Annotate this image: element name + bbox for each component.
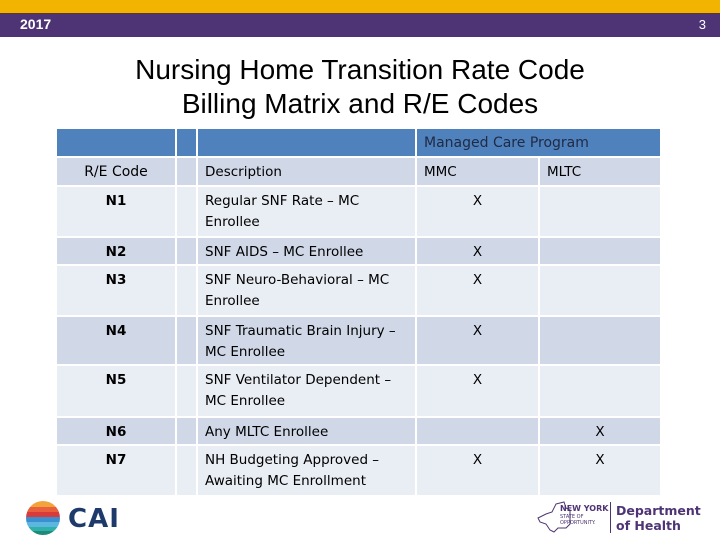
re-code-cell: N7 [57, 446, 175, 495]
year-label: 2017 [20, 16, 52, 32]
spacer-cell [177, 366, 196, 416]
mltc-cell [540, 317, 660, 364]
table-row: N1 Regular SNF Rate – MC Enrollee X [57, 187, 660, 236]
description-cell: SNF Ventilator Dependent – MC Enrollee [198, 366, 415, 416]
mltc-cell [540, 187, 660, 236]
mltc-cell [540, 238, 660, 264]
column-header-re-code: R/E Code [57, 158, 175, 185]
department-of-health-logo: Department of Health [616, 503, 701, 533]
re-code-cell: N4 [57, 317, 175, 364]
re-code-cell: N5 [57, 366, 175, 416]
table-row: N4 SNF Traumatic Brain Injury – MC Enrol… [57, 317, 660, 364]
mmc-cell [417, 418, 538, 444]
spacer-cell [177, 446, 196, 495]
description-cell: SNF Traumatic Brain Injury – MC Enrollee [198, 317, 415, 364]
mmc-cell: X [417, 238, 538, 264]
spacer-cell [177, 187, 196, 236]
mmc-cell: X [417, 317, 538, 364]
mltc-cell [540, 366, 660, 416]
header-bar [0, 13, 720, 37]
description-cell: NH Budgeting Approved – Awaiting MC Enro… [198, 446, 415, 495]
mltc-cell: X [540, 418, 660, 444]
spacer-cell [177, 317, 196, 364]
cai-logo-icon [26, 501, 60, 535]
table-row: N2 SNF AIDS – MC Enrollee X [57, 238, 660, 264]
table-row: N7 NH Budgeting Approved – Awaiting MC E… [57, 446, 660, 495]
mmc-cell: X [417, 366, 538, 416]
spacer-cell [177, 238, 196, 264]
doh-line-1: Department [616, 503, 701, 518]
re-code-cell: N6 [57, 418, 175, 444]
column-header-mltc: MLTC [540, 158, 660, 185]
mltc-cell [540, 266, 660, 315]
doh-line-2: of Health [616, 518, 681, 533]
cai-logo-text: CAI [68, 504, 120, 534]
spacer-cell [177, 266, 196, 315]
description-cell: SNF Neuro-Behavioral – MC Enrollee [198, 266, 415, 315]
managed-care-program-header: Managed Care Program [417, 129, 660, 156]
mltc-cell: X [540, 446, 660, 495]
nys-label: NEW YORK [560, 504, 609, 513]
table-group-header-row: Managed Care Program [57, 129, 660, 156]
slide-title: Nursing Home Transition Rate Code Billin… [0, 53, 720, 121]
table-row: N6 Any MLTC Enrollee X [57, 418, 660, 444]
mmc-cell: X [417, 266, 538, 315]
re-code-cell: N3 [57, 266, 175, 315]
column-header-mmc: MMC [417, 158, 538, 185]
description-cell: SNF AIDS – MC Enrollee [198, 238, 415, 264]
top-accent-bar [0, 0, 720, 13]
table-row: N5 SNF Ventilator Dependent – MC Enrolle… [57, 366, 660, 416]
nys-tagline-2: OPPORTUNITY. [560, 520, 596, 526]
column-header-description: Description [198, 158, 415, 185]
header-spacer-cell [177, 129, 196, 156]
re-code-cell: N2 [57, 238, 175, 264]
description-cell: Any MLTC Enrollee [198, 418, 415, 444]
spacer-cell [177, 418, 196, 444]
description-cell: Regular SNF Rate – MC Enrollee [198, 187, 415, 236]
page-number: 3 [698, 17, 706, 32]
header-blank-cell [198, 129, 415, 156]
logo-divider [610, 502, 611, 533]
table-row: N3 SNF Neuro-Behavioral – MC Enrollee X [57, 266, 660, 315]
re-code-cell: N1 [57, 187, 175, 236]
table-column-header-row: R/E Code Description MMC MLTC [57, 158, 660, 185]
title-line-1: Nursing Home Transition Rate Code [135, 54, 585, 85]
spacer-cell [177, 158, 196, 185]
mmc-cell: X [417, 446, 538, 495]
mmc-cell: X [417, 187, 538, 236]
title-line-2: Billing Matrix and R/E Codes [181, 88, 539, 119]
header-blank-cell [57, 129, 175, 156]
